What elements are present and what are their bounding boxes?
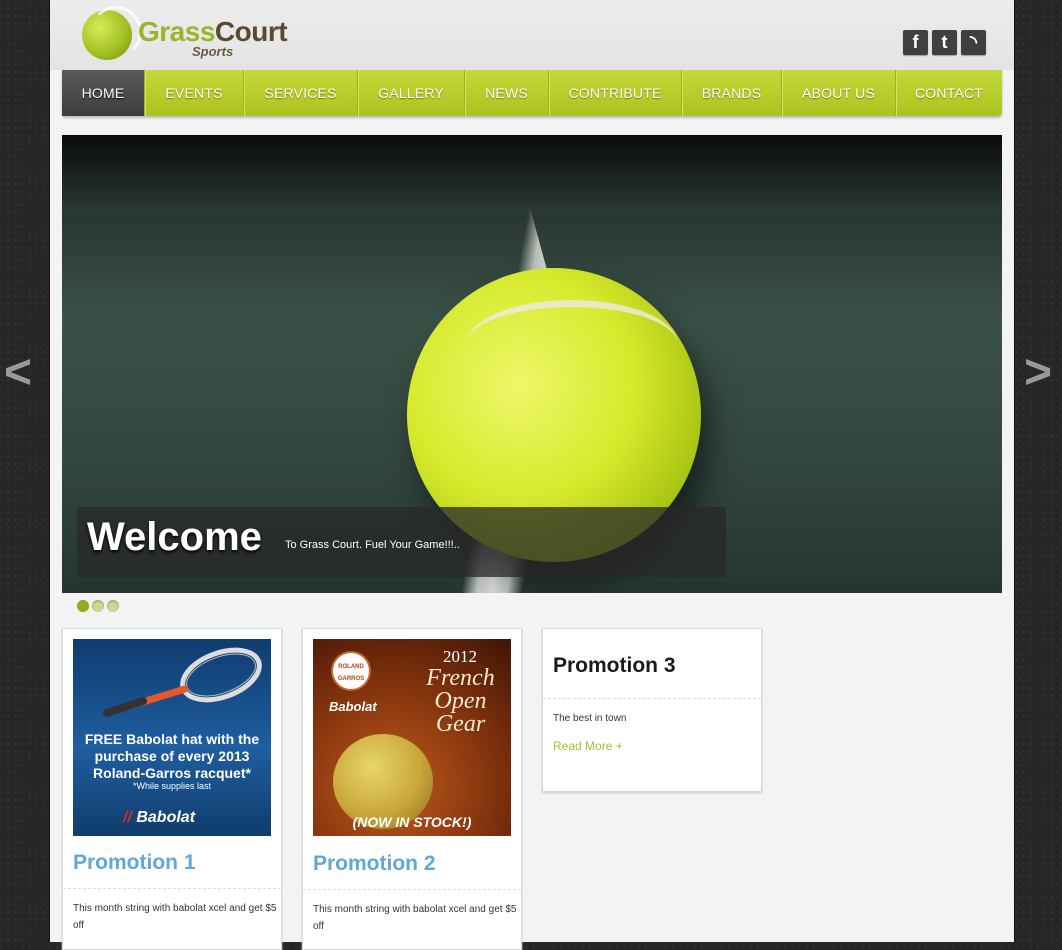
promo-card-2: ROLAND GARROS 2012 French Open Gear Babo… — [302, 628, 522, 950]
roland-garros-seal: ROLAND GARROS — [331, 651, 371, 691]
rss-icon[interactable]: ◝ — [961, 30, 986, 55]
promo-card-3: Promotion 3 The best in town Read More + — [542, 628, 762, 792]
promo-card-1: FREE Babolat hat with the purchase of ev… — [62, 628, 282, 950]
promo-2-title[interactable]: Promotion 2 — [313, 852, 436, 876]
promo-1-brand-text: Babolat — [136, 809, 196, 826]
logo-name-part2: Court — [214, 16, 288, 47]
racket-icon — [103, 647, 262, 717]
promo-2-image-stock: (NOW IN STOCK!) — [352, 814, 472, 830]
slider-dot-2[interactable] — [92, 600, 104, 612]
nav-item-contribute[interactable]: CONTRIBUTE — [549, 70, 682, 116]
logo-subtitle: Sports — [192, 44, 234, 59]
promo-2-image[interactable]: ROLAND GARROS 2012 French Open Gear Babo… — [313, 639, 511, 836]
promo-3-read-more-link[interactable]: Read More + — [553, 739, 623, 753]
slider-dot-1[interactable] — [77, 600, 89, 612]
nav-item-news[interactable]: NEWS — [465, 70, 549, 116]
promo-2-image-year: 2012 — [443, 647, 477, 666]
nav-item-gallery[interactable]: GALLERY — [358, 70, 465, 116]
nav-item-brands[interactable]: BRANDS — [682, 70, 782, 116]
slider-caption: Welcome To Grass Court. Fuel Your Game!!… — [77, 507, 726, 577]
slider-caption-text: To Grass Court. Fuel Your Game!!!.. — [285, 539, 460, 551]
hero-slider[interactable]: Welcome To Grass Court. Fuel Your Game!!… — [62, 135, 1002, 593]
nav-item-home[interactable]: HOME — [62, 70, 145, 116]
promo-2-image-brand: Babolat — [329, 699, 377, 714]
slider-caption-title: Welcome — [87, 515, 262, 559]
twitter-icon[interactable]: t — [932, 30, 957, 55]
promo-2-divider — [303, 889, 521, 890]
hero-background — [62, 135, 1002, 215]
promo-1-image-headline: FREE Babolat hat with the purchase of ev… — [84, 731, 260, 781]
nav-item-contact[interactable]: CONTACT — [896, 70, 1002, 116]
slider-prev-arrow[interactable]: < — [4, 345, 32, 400]
page-container: GrassCourt Sports f t ◝ HOME EVENTS SERV… — [49, 0, 1015, 950]
logo-name-part1: Grass — [138, 16, 215, 47]
promo-1-title[interactable]: Promotion 1 — [73, 851, 196, 875]
slider-next-arrow[interactable]: > — [1024, 345, 1052, 400]
promo-2-image-headline: French Open Gear — [426, 665, 495, 737]
promo-1-image-note: *While supplies last — [132, 781, 212, 791]
nav-item-services[interactable]: SERVICES — [244, 70, 358, 116]
promo-1-text: This month string with babolat xcel and … — [73, 903, 277, 931]
nav-item-events[interactable]: EVENTS — [145, 70, 244, 116]
nav-item-about-us[interactable]: ABOUT US — [782, 70, 896, 116]
slider-pagination — [77, 600, 119, 612]
promo-1-image-brand: // Babolat — [123, 809, 196, 826]
promo-1-divider — [63, 888, 281, 889]
promo-2-text: This month string with babolat xcel and … — [313, 904, 517, 932]
header: GrassCourt Sports f t ◝ — [50, 0, 1014, 70]
tennis-ball-logo-icon — [82, 6, 142, 60]
promo-3-title[interactable]: Promotion 3 — [553, 654, 676, 678]
promo-3-divider — [543, 698, 761, 699]
logo[interactable]: GrassCourt Sports — [82, 6, 297, 62]
main-nav: HOME EVENTS SERVICES GALLERY NEWS CONTRI… — [62, 70, 1002, 116]
slider-dot-3[interactable] — [107, 600, 119, 612]
promo-3-text: The best in town — [553, 713, 627, 724]
facebook-icon[interactable]: f — [903, 30, 928, 55]
promo-1-image[interactable]: FREE Babolat hat with the purchase of ev… — [73, 639, 271, 836]
